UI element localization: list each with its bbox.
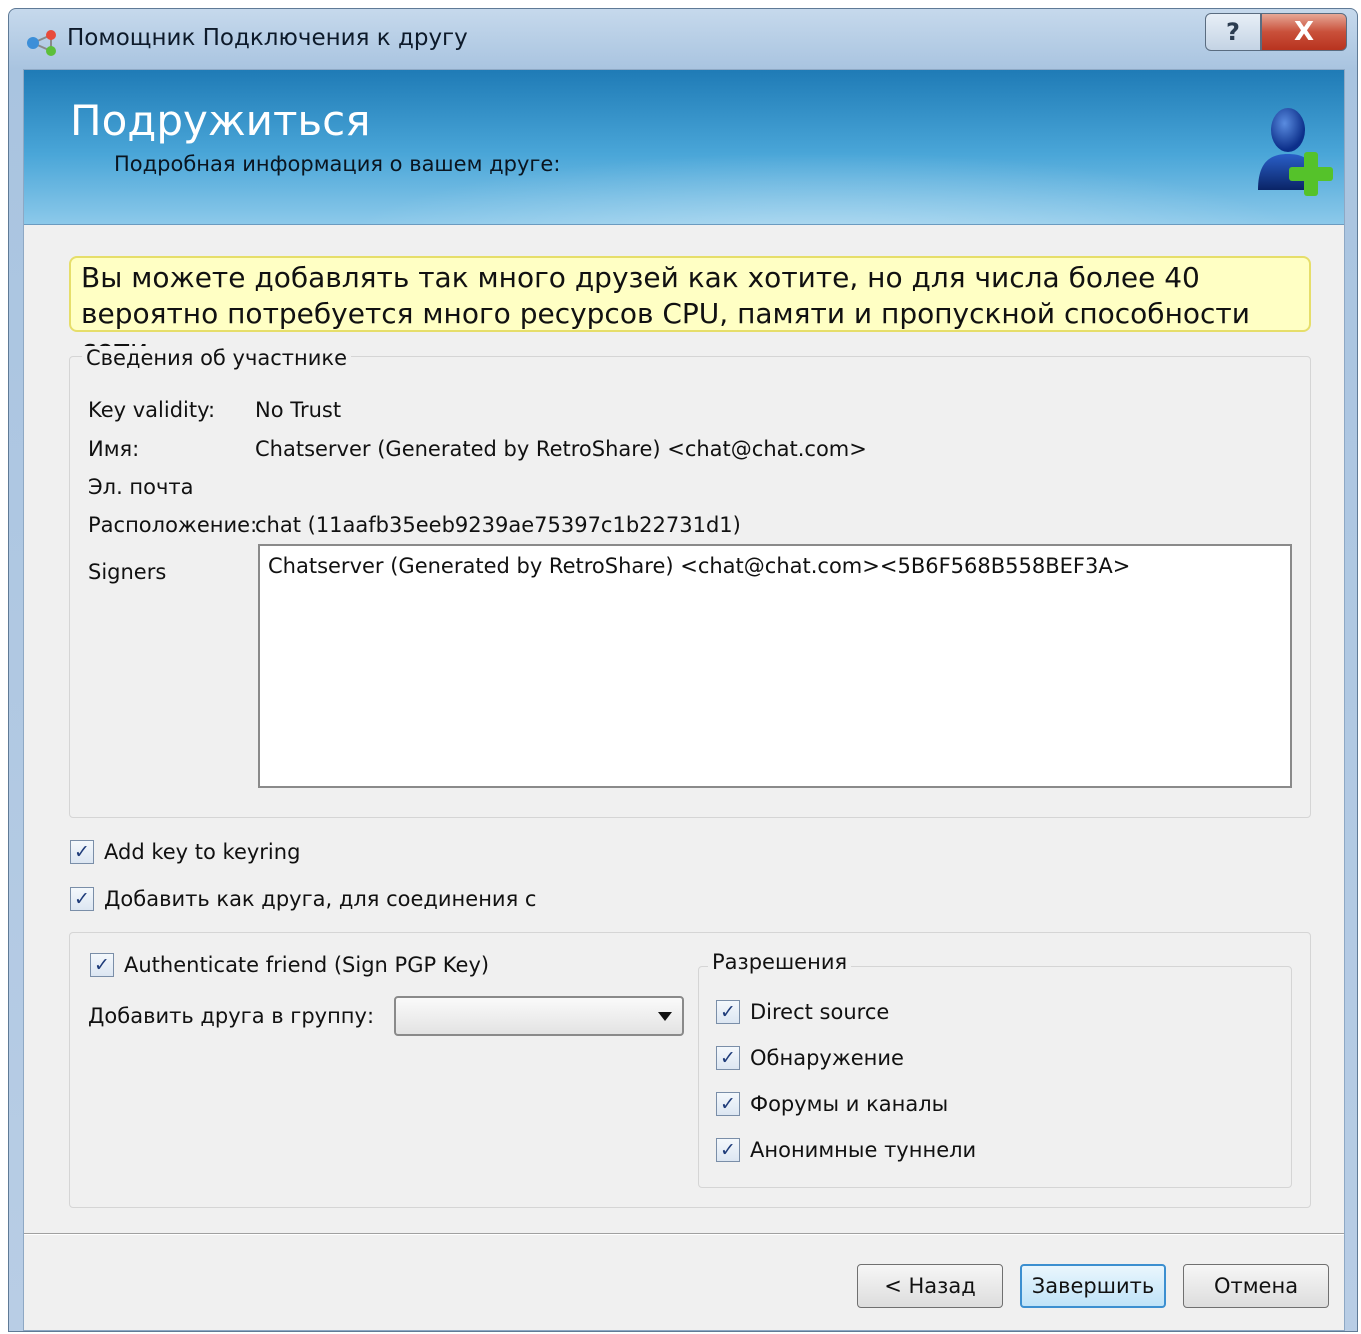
location-label: Расположение: [88, 513, 258, 537]
cancel-button[interactable]: Отмена [1183, 1264, 1329, 1308]
signers-label: Signers [88, 560, 167, 584]
window-title: Помощник Подключения к другу [67, 25, 468, 51]
authenticate-label: Authenticate friend (Sign PGP Key) [124, 953, 490, 977]
perm-discovery-checkbox[interactable]: ✓ Обнаружение [716, 1046, 904, 1070]
add-friend-label: Добавить как друга, для соединения с [104, 887, 537, 911]
wizard-window: Помощник Подключения к другу ? X Подружи… [8, 8, 1358, 1332]
add-key-checkbox[interactable]: ✓ Add key to keyring [70, 840, 300, 864]
perm-label: Форумы и каналы [750, 1092, 949, 1116]
signers-textbox[interactable]: Chatserver (Generated by RetroShare) <ch… [258, 544, 1292, 788]
add-key-label: Add key to keyring [104, 840, 301, 864]
perm-label: Direct source [750, 1000, 890, 1024]
warning-message: Вы можете добавлять так много друзей как… [69, 256, 1311, 366]
perm-label: Анонимные туннели [750, 1138, 977, 1162]
participant-info-title: Сведения об участнике [82, 346, 352, 370]
checkbox-mark: ✓ [716, 1046, 740, 1070]
close-button[interactable]: X [1261, 13, 1347, 51]
group-label: Добавить друга в группу: [88, 1004, 375, 1028]
perm-direct-source-checkbox[interactable]: ✓ Direct source [716, 1000, 889, 1024]
perm-forums-checkbox[interactable]: ✓ Форумы и каналы [716, 1092, 948, 1116]
perm-tunnels-checkbox[interactable]: ✓ Анонимные туннели [716, 1138, 976, 1162]
title-bar[interactable]: Помощник Подключения к другу ? X [9, 9, 1357, 69]
header-banner: Подружиться Подробная информация о вашем… [24, 70, 1344, 225]
group-select[interactable] [394, 996, 684, 1036]
finish-button[interactable]: Завершить [1020, 1264, 1166, 1308]
email-label: Эл. почта [88, 475, 194, 499]
location-value: chat (11aafb35eeb9239ae75397c1b22731d1) [255, 513, 741, 537]
checkbox-mark: ✓ [716, 1138, 740, 1162]
checkbox-mark: ✓ [70, 840, 94, 864]
back-button[interactable]: < Назад [857, 1264, 1003, 1308]
name-label: Имя: [88, 437, 140, 461]
page-title: Подружиться [70, 96, 371, 145]
key-validity-value: No Trust [255, 398, 342, 422]
key-validity-label: Key validity: [88, 398, 216, 422]
authenticate-checkbox[interactable]: ✓ Authenticate friend (Sign PGP Key) [90, 953, 489, 977]
wizard-page: Подружиться Подробная информация о вашем… [23, 69, 1345, 1331]
add-friend-checkbox[interactable]: ✓ Добавить как друга, для соединения с [70, 887, 536, 911]
page-subtitle: Подробная информация о вашем друге: [114, 152, 561, 176]
help-button[interactable]: ? [1205, 13, 1261, 51]
add-friend-icon [1258, 108, 1333, 196]
button-separator [24, 1233, 1344, 1235]
perm-label: Обнаружение [750, 1046, 904, 1070]
checkbox-mark: ✓ [70, 887, 94, 911]
permissions-title: Разрешения [708, 950, 852, 974]
chevron-down-icon [658, 1012, 672, 1021]
checkbox-mark: ✓ [90, 953, 114, 977]
name-value: Chatserver (Generated by RetroShare) <ch… [255, 437, 867, 461]
checkbox-mark: ✓ [716, 1092, 740, 1116]
checkbox-mark: ✓ [716, 1000, 740, 1024]
retroshare-icon [27, 30, 56, 56]
